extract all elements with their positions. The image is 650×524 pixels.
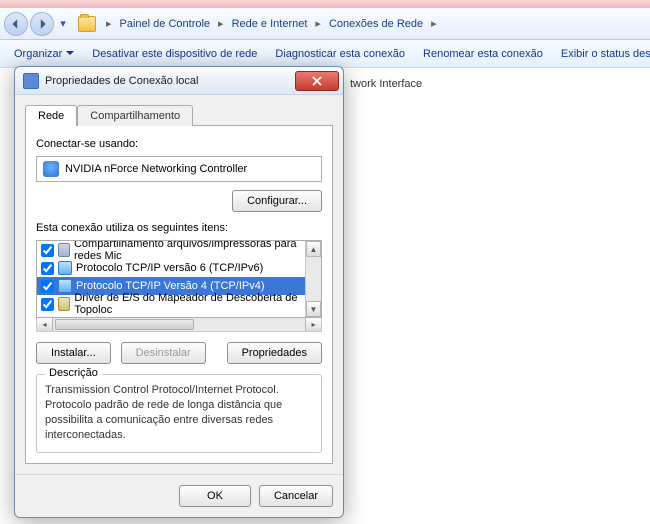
chevron-right-icon: ▸ xyxy=(216,17,226,30)
adapter-icon xyxy=(43,161,59,177)
protocol-icon xyxy=(58,279,72,293)
list-item[interactable]: Driver de E/S do Mapeador de Descoberta … xyxy=(37,295,305,313)
close-button[interactable] xyxy=(295,71,339,91)
nav-back-button[interactable] xyxy=(4,12,28,36)
list-item-label: Driver de E/S do Mapeador de Descoberta … xyxy=(74,292,301,316)
item-checkbox[interactable] xyxy=(41,280,54,293)
adapter-field: NVIDIA nForce Networking Controller xyxy=(36,156,322,182)
network-icon xyxy=(23,73,39,89)
list-item-label: Protocolo TCP/IP Versão 4 (TCP/IPv4) xyxy=(76,280,265,292)
configure-button[interactable]: Configurar... xyxy=(232,190,322,212)
components-listbox[interactable]: Compartilhamento arquivos/impressoras pa… xyxy=(36,240,322,318)
description-text: Transmission Control Protocol/Internet P… xyxy=(45,383,313,442)
dialog-title: Propriedades de Conexão local xyxy=(45,75,295,87)
disable-device-button[interactable]: Desativar este dispositivo de rede xyxy=(86,46,263,62)
item-checkbox[interactable] xyxy=(41,298,54,311)
printer-share-icon xyxy=(58,243,70,257)
scroll-down-button[interactable]: ▼ xyxy=(306,301,321,317)
scroll-thumb[interactable] xyxy=(55,319,194,330)
scroll-track[interactable] xyxy=(306,257,321,301)
nav-forward-button[interactable] xyxy=(30,12,54,36)
install-button[interactable]: Instalar... xyxy=(36,342,111,364)
scroll-track[interactable] xyxy=(53,318,305,331)
command-bar: Organizar Desativar este dispositivo de … xyxy=(0,40,650,68)
chevron-right-icon: ▸ xyxy=(429,17,439,30)
uninstall-button: Desinstalar xyxy=(121,342,206,364)
window-chrome-stripe xyxy=(0,0,650,8)
dialog-footer: OK Cancelar xyxy=(15,474,343,517)
list-item-label: Compartilhamento arquivos/impressoras pa… xyxy=(74,241,301,262)
description-legend: Descrição xyxy=(45,367,102,379)
folder-icon xyxy=(78,16,96,32)
item-checkbox[interactable] xyxy=(41,244,54,257)
scroll-right-button[interactable]: ▸ xyxy=(305,318,321,331)
driver-icon xyxy=(58,297,70,311)
close-icon xyxy=(312,76,322,86)
list-item-label: Protocolo TCP/IP versão 6 (TCP/IPv6) xyxy=(76,262,263,274)
description-group: Descrição Transmission Control Protocol/… xyxy=(36,374,322,453)
breadcrumb-network-internet[interactable]: Rede e Internet xyxy=(228,16,312,32)
connect-using-label: Conectar-se usando: xyxy=(36,138,322,150)
chevron-right-icon: ▸ xyxy=(104,17,114,30)
diagnose-button[interactable]: Diagnosticar esta conexão xyxy=(269,46,411,62)
properties-dialog: Propriedades de Conexão local Rede Compa… xyxy=(14,66,344,518)
dialog-titlebar[interactable]: Propriedades de Conexão local xyxy=(15,67,343,95)
ok-button[interactable]: OK xyxy=(179,485,251,507)
scroll-up-button[interactable]: ▲ xyxy=(306,241,321,257)
organize-menu[interactable]: Organizar xyxy=(8,46,80,62)
breadcrumb-network-connections[interactable]: Conexões de Rede xyxy=(325,16,427,32)
tab-strip: Rede Compartilhamento xyxy=(15,95,343,126)
explorer-nav-bar: ▾ ▸ Painel de Controle ▸ Rede e Internet… xyxy=(0,8,650,40)
horizontal-scrollbar[interactable]: ◂ ▸ xyxy=(36,318,322,332)
scroll-left-button[interactable]: ◂ xyxy=(37,318,53,331)
breadcrumb: ▸ Painel de Controle ▸ Rede e Internet ▸… xyxy=(104,16,439,32)
chevron-right-icon: ▸ xyxy=(313,17,323,30)
tab-sharing[interactable]: Compartilhamento xyxy=(77,105,193,126)
connection-item-label: twork Interface xyxy=(350,78,422,90)
list-item[interactable]: Compartilhamento arquivos/impressoras pa… xyxy=(37,241,305,259)
breadcrumb-control-panel[interactable]: Painel de Controle xyxy=(116,16,215,32)
item-checkbox[interactable] xyxy=(41,262,54,275)
adapter-name: NVIDIA nForce Networking Controller xyxy=(65,163,247,175)
vertical-scrollbar[interactable]: ▲ ▼ xyxy=(305,241,321,317)
tab-network[interactable]: Rede xyxy=(25,105,77,126)
protocol-icon xyxy=(58,261,72,275)
tab-panel-network: Conectar-se usando: NVIDIA nForce Networ… xyxy=(25,125,333,464)
properties-button[interactable]: Propriedades xyxy=(227,342,322,364)
show-status-button[interactable]: Exibir o status desta cone xyxy=(555,46,650,62)
uses-items-label: Esta conexão utiliza os seguintes itens: xyxy=(36,222,322,234)
rename-button[interactable]: Renomear esta conexão xyxy=(417,46,549,62)
nav-history-dropdown[interactable]: ▾ xyxy=(56,12,70,36)
cancel-button[interactable]: Cancelar xyxy=(259,485,333,507)
